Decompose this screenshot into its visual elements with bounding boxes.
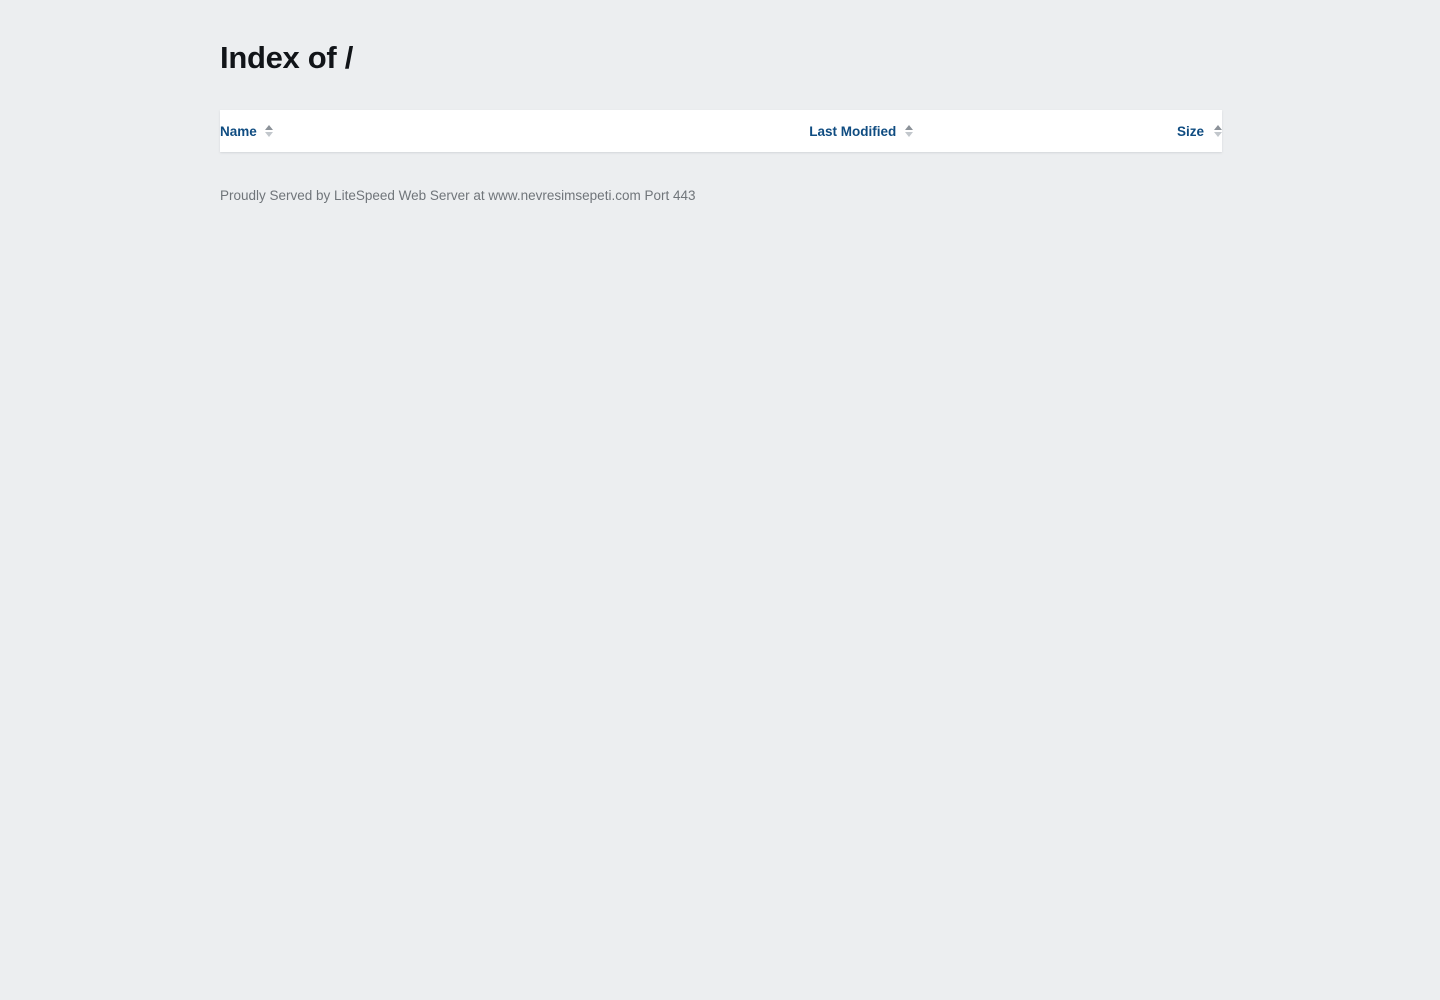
sort-down-triangle-icon: [1213, 132, 1222, 137]
sort-up-triangle-icon: [1213, 125, 1222, 130]
sort-ascending-descending-icon[interactable]: [904, 124, 913, 138]
sort-ascending-descending-icon[interactable]: [1213, 124, 1222, 138]
sort-up-triangle-icon: [265, 125, 274, 130]
column-header-last-modified-label: Last Modified: [809, 123, 897, 139]
column-header-size-label: Size: [1176, 123, 1204, 139]
sort-by-last-modified-control[interactable]: Last Modified: [809, 124, 913, 139]
column-header-name-label: Name: [220, 123, 257, 139]
listing-table-header: Name Last Modified Size: [220, 110, 1222, 152]
sort-by-name-control[interactable]: Name: [220, 124, 274, 139]
page-title: Index of /: [220, 40, 354, 75]
listing-header-row: Name Last Modified Size: [220, 110, 1222, 152]
sort-up-triangle-icon: [904, 125, 913, 130]
sort-by-size-control[interactable]: Size: [1177, 124, 1222, 139]
server-signature-footer: Proudly Served by LiteSpeed Web Server a…: [220, 188, 696, 203]
directory-listing-table: Name Last Modified Size: [220, 110, 1222, 152]
column-header-last-modified[interactable]: Last Modified: [701, 110, 1022, 152]
column-header-size[interactable]: Size: [1022, 110, 1222, 152]
directory-index-page: Index of / Name Last Modified Size Proud…: [0, 0, 1440, 1000]
sort-down-triangle-icon: [904, 132, 913, 137]
sort-ascending-descending-icon[interactable]: [265, 124, 274, 138]
sort-down-triangle-icon: [265, 132, 274, 137]
directory-listing-card: Name Last Modified Size: [220, 110, 1222, 152]
column-header-name[interactable]: Name: [220, 110, 701, 152]
